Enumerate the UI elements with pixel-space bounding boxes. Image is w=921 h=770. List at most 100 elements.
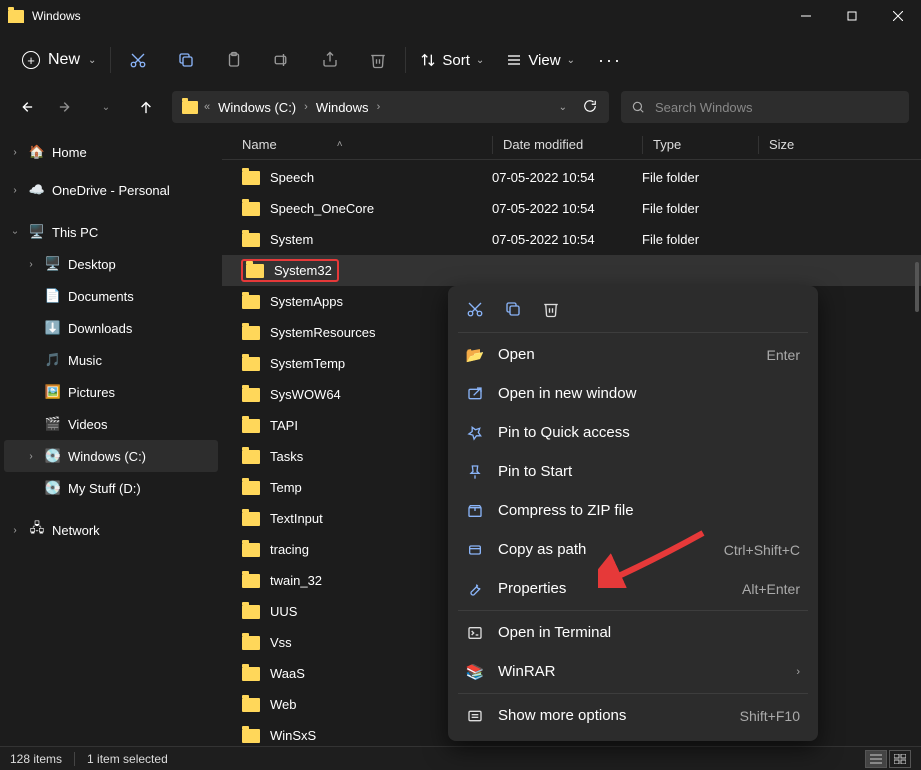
forward-button[interactable]: [52, 100, 80, 114]
file-name: Speech_OneCore: [270, 201, 374, 216]
folder-icon: [242, 202, 260, 216]
file-name: SystemTemp: [270, 356, 345, 371]
paste-button[interactable]: [211, 42, 257, 78]
sidebar-item-home[interactable]: ›🏠Home: [0, 136, 222, 168]
refresh-button[interactable]: [577, 99, 603, 116]
col-date[interactable]: Date modified: [492, 136, 642, 154]
recent-dropdown[interactable]: ⌄: [92, 102, 120, 113]
column-headers[interactable]: Name˄ Date modified Type Size: [222, 130, 921, 160]
table-row[interactable]: Speech_OneCore07-05-2022 10:54File folde…: [222, 193, 921, 224]
sidebar-item-pictures[interactable]: 🖼️Pictures: [0, 376, 222, 408]
file-name: tracing: [270, 542, 309, 557]
file-date: 07-05-2022 10:54: [492, 170, 642, 185]
ctx-properties[interactable]: PropertiesAlt+Enter: [454, 569, 812, 608]
new-button[interactable]: + New ⌄: [12, 45, 106, 75]
col-name[interactable]: Name: [242, 137, 277, 152]
folder-icon: [242, 605, 260, 619]
sidebar-item-onedrive[interactable]: ›☁️OneDrive - Personal: [0, 174, 222, 206]
ctx-delete-button[interactable]: [540, 298, 562, 320]
icons-view-button[interactable]: [889, 750, 911, 768]
col-size[interactable]: Size: [758, 136, 794, 154]
file-name: SysWOW64: [270, 387, 341, 402]
folder-icon: [242, 233, 260, 247]
file-name: Tasks: [270, 449, 303, 464]
file-name: TAPI: [270, 418, 298, 433]
ctx-open[interactable]: 📂OpenEnter: [454, 335, 812, 374]
status-bar: 128 items 1 item selected: [0, 746, 921, 770]
sidebar: ›🏠Home ›☁️OneDrive - Personal ›🖥️This PC…: [0, 130, 222, 746]
maximize-button[interactable]: [829, 0, 875, 32]
ctx-open-terminal[interactable]: Open in Terminal: [454, 613, 812, 652]
ctx-cut-button[interactable]: [464, 298, 486, 320]
ctx-pin-quick-access[interactable]: Pin to Quick access: [454, 413, 812, 452]
chevron-down-icon: ⌄: [476, 55, 484, 66]
file-name: twain_32: [270, 573, 322, 588]
table-row[interactable]: Speech07-05-2022 10:54File folder: [222, 162, 921, 193]
ctx-copy-button[interactable]: [502, 298, 524, 320]
file-date: 07-05-2022 10:54: [492, 201, 642, 216]
breadcrumb-seg-2[interactable]: Windows: [312, 98, 373, 117]
rename-button[interactable]: [259, 42, 305, 78]
ctx-open-new-window[interactable]: Open in new window: [454, 374, 812, 413]
minimize-button[interactable]: [783, 0, 829, 32]
search-icon: [631, 100, 645, 114]
sidebar-item-network[interactable]: ›🖧Network: [0, 514, 222, 546]
file-date: 07-05-2022 10:54: [492, 232, 642, 247]
search-input[interactable]: [655, 100, 899, 115]
up-button[interactable]: [132, 100, 160, 114]
file-name: TextInput: [270, 511, 323, 526]
sidebar-item-documents[interactable]: 📄Documents: [0, 280, 222, 312]
back-button[interactable]: [12, 100, 40, 114]
search-box[interactable]: [621, 91, 909, 123]
scrollbar[interactable]: [915, 132, 919, 732]
zip-icon: [466, 503, 484, 519]
sidebar-item-desktop[interactable]: ›🖥️Desktop: [0, 248, 222, 280]
folder-icon: [242, 295, 260, 309]
address-bar[interactable]: « Windows (C:) › Windows › ⌄: [172, 91, 609, 123]
chevron-down-icon: ⌄: [567, 55, 575, 66]
breadcrumb-prefix: «: [204, 101, 210, 113]
folder-icon: [242, 481, 260, 495]
col-type[interactable]: Type: [642, 136, 758, 154]
more-button[interactable]: ···: [587, 42, 633, 78]
new-window-icon: [466, 386, 484, 402]
sort-button[interactable]: Sort ⌄: [410, 46, 494, 75]
delete-button[interactable]: [355, 42, 401, 78]
ctx-show-more-options[interactable]: Show more optionsShift+F10: [454, 696, 812, 735]
share-button[interactable]: [307, 42, 353, 78]
history-dropdown[interactable]: ⌄: [553, 102, 573, 113]
sidebar-item-mystuff-d[interactable]: 💽My Stuff (D:): [0, 472, 222, 504]
file-name: SystemResources: [270, 325, 375, 340]
file-name: Speech: [270, 170, 314, 185]
sidebar-item-videos[interactable]: 🎬Videos: [0, 408, 222, 440]
address-row: ⌄ « Windows (C:) › Windows › ⌄: [0, 88, 921, 126]
pin-icon: [466, 425, 484, 441]
sidebar-item-music[interactable]: 🎵Music: [0, 344, 222, 376]
window-title: Windows: [32, 9, 81, 23]
copy-path-icon: [466, 542, 484, 558]
details-view-button[interactable]: [865, 750, 887, 768]
ctx-pin-start[interactable]: Pin to Start: [454, 452, 812, 491]
sidebar-item-thispc[interactable]: ›🖥️This PC: [0, 216, 222, 248]
sidebar-item-downloads[interactable]: ⬇️Downloads: [0, 312, 222, 344]
folder-icon: [242, 543, 260, 557]
view-button[interactable]: View ⌄: [496, 46, 585, 75]
cut-button[interactable]: [115, 42, 161, 78]
ctx-winrar[interactable]: 📚WinRAR›: [454, 652, 812, 691]
ctx-copy-path[interactable]: Copy as pathCtrl+Shift+C: [454, 530, 812, 569]
close-button[interactable]: [875, 0, 921, 32]
folder-icon: [182, 101, 198, 114]
file-name: UUS: [270, 604, 297, 619]
folder-icon: [242, 698, 260, 712]
chevron-right-icon: ›: [796, 666, 800, 678]
table-row[interactable]: System32: [222, 255, 921, 286]
folder-icon: [242, 419, 260, 433]
table-row[interactable]: System07-05-2022 10:54File folder: [222, 224, 921, 255]
breadcrumb-seg-1[interactable]: Windows (C:): [214, 98, 300, 117]
file-name: System32: [274, 263, 332, 278]
sidebar-item-windows-c[interactable]: ›💽Windows (C:): [4, 440, 218, 472]
ctx-compress-zip[interactable]: Compress to ZIP file: [454, 491, 812, 530]
copy-button[interactable]: [163, 42, 209, 78]
titlebar: Windows: [0, 0, 921, 32]
file-name: Web: [270, 697, 297, 712]
